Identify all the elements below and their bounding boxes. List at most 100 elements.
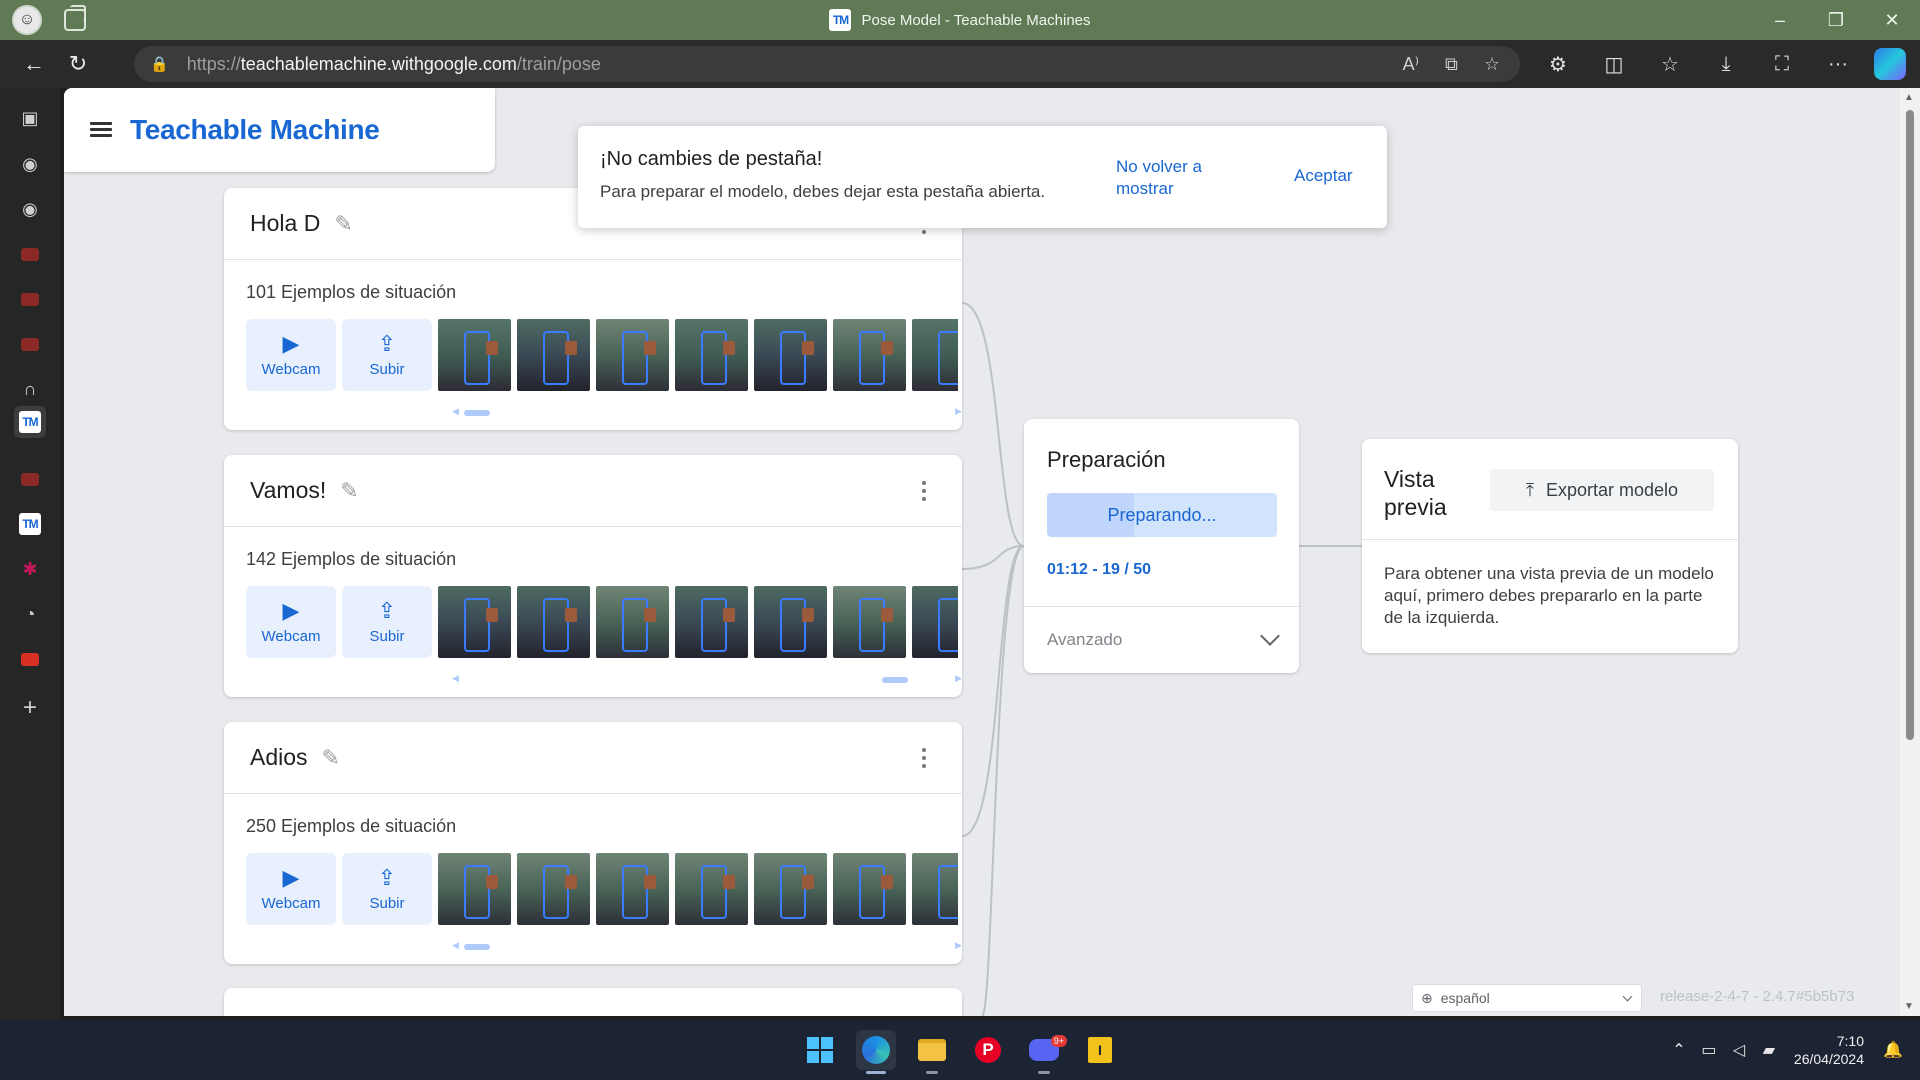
github-icon[interactable]: ◉ <box>14 193 46 225</box>
app-brand[interactable]: Teachable Machine <box>130 114 380 146</box>
asterisk-icon[interactable]: ✱ <box>14 553 46 585</box>
language-select[interactable]: ⊕ español <box>1412 984 1642 1012</box>
sample-thumbnail[interactable] <box>438 319 511 391</box>
add-class-card[interactable] <box>224 988 962 1016</box>
lock-icon[interactable]: 🔒 <box>150 55 169 73</box>
page-scrollbar[interactable]: ▲ ▼ <box>1900 88 1920 1016</box>
youtube-icon[interactable] <box>14 328 46 360</box>
sample-thumbnail[interactable] <box>596 586 669 658</box>
refresh-icon[interactable]: ↻ <box>56 44 100 84</box>
workspaces-icon[interactable] <box>64 5 86 31</box>
sample-thumbnail[interactable] <box>675 853 748 925</box>
youtube-icon[interactable] <box>14 238 46 270</box>
sample-thumbnail[interactable] <box>833 586 906 658</box>
start-button[interactable] <box>800 1030 840 1070</box>
class-name[interactable]: Vamos! <box>250 477 326 504</box>
minimize-button[interactable]: – <box>1752 0 1808 40</box>
sample-thumbnail[interactable] <box>912 319 958 391</box>
taskbar-discord[interactable]: 9+ <box>1024 1030 1067 1074</box>
battery-icon[interactable]: ▰ <box>1754 1040 1784 1060</box>
read-aloud-icon[interactable]: A⁾ <box>1403 54 1419 75</box>
upload-button[interactable]: ⇪ Subir <box>342 853 432 925</box>
chevron-up-icon[interactable]: ⌃ <box>1664 1040 1694 1060</box>
profile-avatar[interactable]: ☺ <box>12 5 42 35</box>
tab-actions-icon[interactable]: ▣ <box>14 102 46 134</box>
sample-thumbnails[interactable] <box>438 853 958 925</box>
sample-thumbnail[interactable] <box>596 319 669 391</box>
sample-thumbnails[interactable] <box>438 586 958 658</box>
headphones-icon[interactable]: ∩ <box>14 373 46 405</box>
class-name[interactable]: Hola D <box>250 210 320 237</box>
export-model-button[interactable]: ⤒ Exportar modelo <box>1490 469 1714 511</box>
advanced-toggle[interactable]: Avanzado <box>1024 606 1299 673</box>
menu-icon[interactable] <box>90 122 112 138</box>
sample-thumbnail[interactable] <box>833 853 906 925</box>
upload-button[interactable]: ⇪ Subir <box>342 586 432 658</box>
screenshot-icon[interactable]: ⛶ <box>1754 53 1810 76</box>
class-name[interactable]: Adios <box>250 744 308 771</box>
favorites-icon[interactable]: ☆ <box>1642 52 1698 77</box>
restore-button[interactable]: ❐ <box>1808 0 1864 40</box>
close-button[interactable]: ✕ <box>1864 0 1920 40</box>
taskbar-edge[interactable] <box>856 1030 896 1074</box>
downloads-icon[interactable]: ⤓ <box>1698 53 1754 76</box>
more-vert-icon[interactable] <box>922 748 926 772</box>
network-icon[interactable]: ▭ <box>1694 1040 1724 1060</box>
clock[interactable]: 7:10 26/04/2024 <box>1794 1032 1864 1068</box>
more-options-icon[interactable]: ··· <box>1810 53 1866 76</box>
sample-thumbnail[interactable] <box>754 319 827 391</box>
chevron-down-icon[interactable] <box>1260 626 1280 646</box>
more-vert-icon[interactable] <box>922 481 926 505</box>
notifications-bell-icon[interactable]: 🔔 <box>1878 1040 1908 1060</box>
copilot-icon[interactable] <box>1874 48 1906 80</box>
add-icon[interactable]: + <box>14 692 46 724</box>
taskbar-pinterest[interactable]: P <box>968 1030 1008 1070</box>
sample-thumbnail[interactable] <box>675 319 748 391</box>
thumbnail-scrollbar[interactable]: ◀ ▶ <box>452 673 962 683</box>
webcam-button[interactable]: ▶ Webcam <box>246 319 336 391</box>
sample-thumbnails[interactable] <box>438 319 958 391</box>
upload-button[interactable]: ⇪ Subir <box>342 319 432 391</box>
extensions-icon[interactable]: ⚙ <box>1530 52 1586 77</box>
sample-thumbnail[interactable] <box>754 586 827 658</box>
taskbar-file-explorer[interactable] <box>912 1030 952 1074</box>
sample-thumbnail[interactable] <box>517 319 590 391</box>
sample-thumbnail[interactable] <box>438 853 511 925</box>
sample-thumbnail[interactable] <box>438 586 511 658</box>
teachable-machine-icon[interactable]: TM <box>14 508 46 540</box>
preview-title: Vista previa <box>1384 466 1447 520</box>
sample-thumbnail[interactable] <box>596 853 669 925</box>
sample-thumbnail[interactable] <box>517 853 590 925</box>
sample-thumbnail[interactable] <box>754 853 827 925</box>
url-text[interactable]: https://teachablemachine.withgoogle.com/… <box>187 54 601 75</box>
youtube-icon[interactable] <box>14 463 46 495</box>
taskbar-pro-app[interactable]: I <box>1080 1030 1120 1070</box>
sample-thumbnail[interactable] <box>912 853 958 925</box>
accept-button[interactable]: Aceptar <box>1294 166 1353 186</box>
webcam-button[interactable]: ▶ Webcam <box>246 853 336 925</box>
window-titlebar: ☺ TM Pose Model - Teachable Machines – ❐… <box>0 0 1920 40</box>
youtube-icon[interactable] <box>14 643 46 675</box>
youtube-icon[interactable] <box>14 283 46 315</box>
edit-pencil-icon[interactable]: ✎ <box>322 745 340 771</box>
edit-pencil-icon[interactable]: ✎ <box>340 478 358 504</box>
app-available-icon[interactable]: ⧉ <box>1445 54 1458 75</box>
volume-icon[interactable]: ◁ <box>1724 1040 1754 1060</box>
edit-pencil-icon[interactable]: ✎ <box>334 211 352 237</box>
back-arrow-icon[interactable]: ← <box>12 44 56 84</box>
github-icon[interactable]: ◉ <box>14 148 46 180</box>
sample-thumbnail[interactable] <box>912 586 958 658</box>
dont-show-again-button[interactable]: No volver a mostrar <box>1116 156 1236 200</box>
sample-thumbnail[interactable] <box>675 586 748 658</box>
train-model-button[interactable]: Preparando... <box>1047 493 1277 537</box>
teachable-machine-icon[interactable]: TM <box>14 406 46 438</box>
address-bar[interactable]: 🔒 https://teachablemachine.withgoogle.co… <box>134 46 1520 82</box>
google-icon[interactable]: ◔ <box>14 598 46 630</box>
thumbnail-scrollbar[interactable]: ◀ ▶ <box>452 940 962 950</box>
sample-thumbnail[interactable] <box>833 319 906 391</box>
sample-thumbnail[interactable] <box>517 586 590 658</box>
thumbnail-scrollbar[interactable]: ◀ ▶ <box>452 406 962 416</box>
favorite-star-icon[interactable]: ☆ <box>1484 54 1500 75</box>
webcam-button[interactable]: ▶ Webcam <box>246 586 336 658</box>
split-screen-icon[interactable]: ◫ <box>1586 52 1642 77</box>
